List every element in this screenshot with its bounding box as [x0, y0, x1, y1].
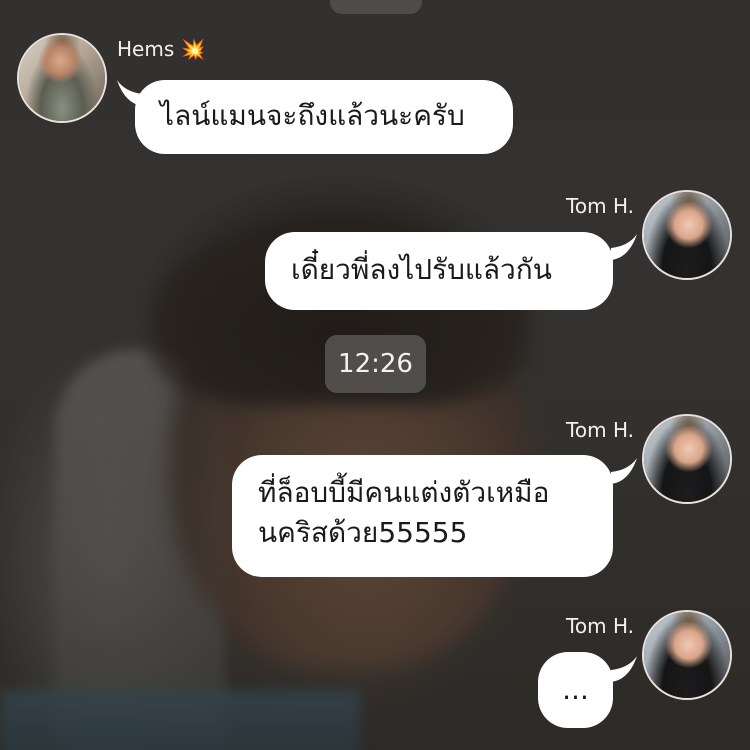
sender-name-tom: Tom H.: [566, 418, 634, 442]
bubble-tail-right: [611, 656, 637, 682]
avatar-tom[interactable]: [642, 190, 732, 280]
typing-bubble[interactable]: ...: [538, 652, 613, 728]
avatar-photo: [644, 416, 730, 502]
avatar-photo: [644, 612, 730, 698]
sender-name-hems: Hems 💥: [117, 36, 206, 62]
message-text: ไลน์แมนจะถึงแล้วนะครับ: [160, 99, 465, 132]
message-bubble[interactable]: เดี๋ยวพี่ลงไปรับแล้วกัน: [265, 232, 613, 310]
avatar-photo: [19, 35, 105, 121]
message-text-line-1: ที่ล็อบบี้มีคนแต่งตัวเหมือ: [258, 476, 550, 509]
message-bubble[interactable]: ไลน์แมนจะถึงแล้วนะครับ: [135, 80, 513, 154]
message-text: เดี๋ยวพี่ลงไปรับแล้วกัน: [291, 253, 552, 286]
message-text: ...: [562, 673, 589, 706]
bubble-tail-right: [611, 234, 637, 260]
collision-emoji-icon: 💥: [180, 37, 206, 61]
message-bubble[interactable]: ที่ล็อบบี้มีคนแต่งตัวเหมือ นคริสด้วย5555…: [232, 455, 613, 577]
bubble-tail-right: [611, 458, 637, 484]
timestamp-badge: 12:26: [325, 335, 426, 393]
avatar-photo: [644, 192, 730, 278]
avatar-tom[interactable]: [642, 610, 732, 700]
previous-message-pill: [330, 0, 422, 14]
avatar-hems[interactable]: [17, 33, 107, 123]
avatar-tom[interactable]: [642, 414, 732, 504]
sender-name-tom: Tom H.: [566, 194, 634, 218]
sender-name-text: Hems: [117, 37, 175, 61]
sender-name-tom: Tom H.: [566, 614, 634, 638]
message-text-line-2: นคริสด้วย55555: [258, 516, 468, 549]
